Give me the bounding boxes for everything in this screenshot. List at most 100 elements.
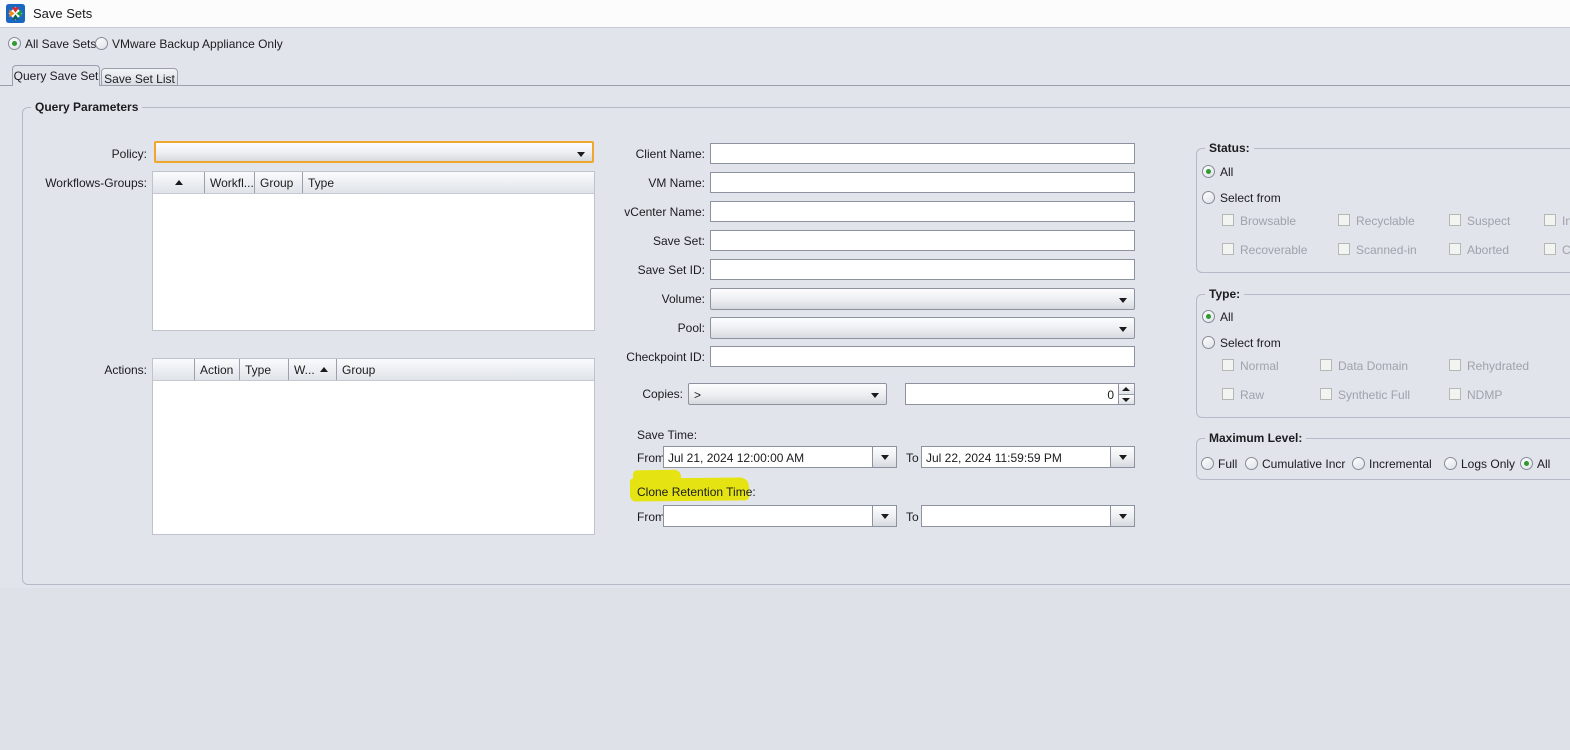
chevron-down-icon (881, 514, 889, 519)
workflows-groups-table: Workfl... Group Type (152, 171, 595, 331)
all-save-sets-label: All Save Sets (25, 37, 96, 51)
workflows-column-workflow[interactable]: Workfl... (204, 172, 254, 193)
max-level-all-label: All (1537, 457, 1550, 471)
type-all-radio[interactable] (1202, 310, 1215, 323)
save-set-id-label: Save Set ID: (560, 263, 705, 277)
actions-table: Action Type W... Group (152, 358, 595, 535)
type-synthetic-full-checkbox[interactable] (1320, 388, 1332, 400)
status-recoverable-label: Recoverable (1240, 243, 1307, 257)
type-group-title: Type: (1205, 287, 1244, 301)
spinner-buttons (1118, 384, 1134, 404)
max-level-logs-only-radio[interactable] (1444, 457, 1457, 470)
save-set-input[interactable] (710, 230, 1135, 251)
max-level-incremental-label: Incremental (1369, 457, 1432, 471)
type-data-domain-checkbox[interactable] (1320, 359, 1332, 371)
status-aborted-checkbox[interactable] (1449, 243, 1461, 255)
all-save-sets-radio[interactable] (8, 37, 21, 50)
status-suspect-checkbox[interactable] (1449, 214, 1461, 226)
save-time-to-drop-button[interactable] (1110, 447, 1134, 467)
workflows-table-header: Workfl... Group Type (153, 172, 594, 194)
status-browsable-label: Browsable (1240, 214, 1296, 228)
status-c-label: C (1562, 243, 1570, 257)
clone-retention-from-drop-button[interactable] (872, 506, 896, 526)
status-select-from-radio[interactable] (1202, 191, 1215, 204)
type-normal-checkbox[interactable] (1222, 359, 1234, 371)
max-level-full-label: Full (1218, 457, 1237, 471)
save-time-from-drop-button[interactable] (872, 447, 896, 467)
tab-divider (0, 85, 1570, 86)
workflows-column-type[interactable]: Type (302, 172, 594, 193)
status-browsable-checkbox[interactable] (1222, 214, 1234, 226)
status-aborted-label: Aborted (1467, 243, 1509, 257)
type-normal-label: Normal (1240, 359, 1279, 373)
checkpoint-id-input[interactable] (710, 346, 1135, 367)
status-recyclable-checkbox[interactable] (1338, 214, 1350, 226)
networker-app-icon (6, 4, 25, 23)
chevron-down-icon (871, 393, 879, 398)
policy-combo[interactable] (154, 141, 594, 163)
actions-column-type[interactable]: Type (239, 359, 288, 380)
status-scanned-in-label: Scanned-in (1356, 243, 1417, 257)
policy-label: Policy: (20, 147, 147, 161)
save-set-label: Save Set: (560, 234, 705, 248)
save-sets-window: Save Sets All Save Sets VMware Backup Ap… (0, 0, 1570, 750)
tab-save-set-list[interactable]: Save Set List (101, 68, 178, 86)
status-c-checkbox[interactable] (1544, 243, 1556, 255)
maximum-level-group-title: Maximum Level: (1205, 431, 1306, 445)
save-time-from-combo[interactable]: Jul 21, 2024 12:00:00 AM (663, 446, 897, 468)
clone-retention-from-combo[interactable] (663, 505, 897, 527)
status-all-radio[interactable] (1202, 165, 1215, 178)
actions-column-action[interactable]: Action (194, 359, 239, 380)
status-in-checkbox[interactable] (1544, 214, 1556, 226)
status-recoverable-checkbox[interactable] (1222, 243, 1234, 255)
clone-retention-to-drop-button[interactable] (1110, 506, 1134, 526)
clone-retention-time-label: Clone Retention Time: (637, 485, 756, 499)
actions-column-workflow[interactable]: W... (288, 359, 336, 380)
empty-background-area (0, 588, 1570, 750)
triangle-down-icon (1122, 398, 1130, 402)
max-level-logs-only-label: Logs Only (1461, 457, 1515, 471)
type-ndmp-label: NDMP (1467, 388, 1502, 402)
type-ndmp-checkbox[interactable] (1449, 388, 1461, 400)
copies-count-spinner[interactable]: 0 (905, 383, 1135, 405)
type-select-from-radio[interactable] (1202, 336, 1215, 349)
tab-query-save-set[interactable]: Query Save Set (12, 65, 100, 86)
type-raw-label: Raw (1240, 388, 1264, 402)
spinner-down-button[interactable] (1119, 395, 1134, 405)
type-rehydrated-checkbox[interactable] (1449, 359, 1461, 371)
save-time-from-label: From (637, 451, 665, 465)
chevron-down-icon (1119, 455, 1127, 460)
save-time-from-value: Jul 21, 2024 12:00:00 AM (668, 451, 870, 465)
type-rehydrated-label: Rehydrated (1467, 359, 1529, 373)
actions-column-group[interactable]: Group (336, 359, 594, 380)
pool-combo[interactable] (710, 317, 1135, 339)
chevron-down-icon (1119, 514, 1127, 519)
max-level-full-radio[interactable] (1201, 457, 1214, 470)
type-raw-checkbox[interactable] (1222, 388, 1234, 400)
status-scanned-in-checkbox[interactable] (1338, 243, 1350, 255)
actions-column-workflow-label: W... (294, 363, 315, 377)
vcenter-name-input[interactable] (710, 201, 1135, 222)
copies-label: Copies: (600, 387, 683, 401)
save-set-id-input[interactable] (710, 259, 1135, 280)
max-level-all-radio[interactable] (1520, 457, 1533, 470)
save-time-to-combo[interactable]: Jul 22, 2024 11:59:59 PM (921, 446, 1135, 468)
client-name-input[interactable] (710, 143, 1135, 164)
clone-retention-from-label: From (637, 510, 665, 524)
vmware-only-radio[interactable] (95, 37, 108, 50)
vm-name-label: VM Name: (560, 176, 705, 190)
clone-retention-to-combo[interactable] (921, 505, 1135, 527)
spinner-up-button[interactable] (1119, 384, 1134, 395)
max-level-cumulative-incr-radio[interactable] (1245, 457, 1258, 470)
workflows-column-group[interactable]: Group (254, 172, 302, 193)
workflows-sort-column[interactable] (153, 172, 204, 193)
copies-operator-combo[interactable]: > (688, 383, 887, 405)
type-synthetic-full-label: Synthetic Full (1338, 388, 1410, 402)
client-name-label: Client Name: (560, 147, 705, 161)
status-suspect-label: Suspect (1467, 214, 1510, 228)
vm-name-input[interactable] (710, 172, 1135, 193)
actions-blank-column[interactable] (153, 359, 194, 380)
volume-combo[interactable] (710, 288, 1135, 310)
query-parameters-title: Query Parameters (31, 100, 142, 114)
max-level-incremental-radio[interactable] (1352, 457, 1365, 470)
